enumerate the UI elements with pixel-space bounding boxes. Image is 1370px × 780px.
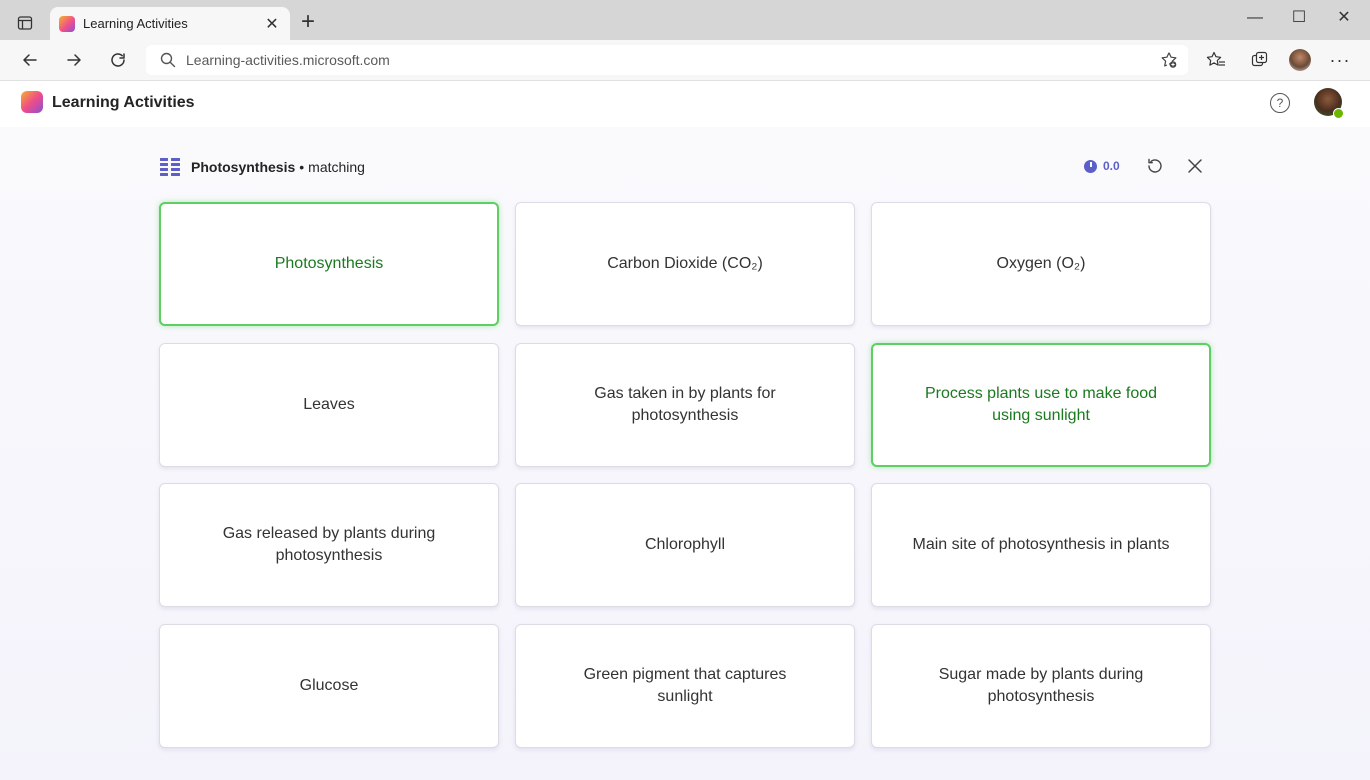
activity-mode: matching [308, 159, 365, 175]
timer-value: 0.0 [1103, 159, 1120, 173]
browser-toolbar: Learning-activities.microsoft.com ··· [0, 40, 1370, 81]
stopwatch-icon [1084, 159, 1097, 173]
window-close-button[interactable]: ✕ [1322, 6, 1366, 30]
maximize-button[interactable]: ☐ [1277, 6, 1321, 30]
match-card[interactable]: Gas released by plants during photosynth… [159, 483, 499, 607]
activity-area: Photosynthesis • matching 0.0 Photosynth… [0, 127, 1370, 780]
tab-title: Learning Activities [83, 16, 188, 31]
app-logo-icon [21, 91, 43, 113]
restart-icon[interactable] [1145, 156, 1165, 176]
presence-available-icon [1333, 108, 1344, 119]
match-card[interactable]: Green pigment that captures sunlight [515, 624, 855, 748]
match-card[interactable]: Glucose [159, 624, 499, 748]
match-card[interactable]: Gas taken in by plants for photosynthesi… [515, 343, 855, 467]
favorites-icon[interactable] [1202, 46, 1230, 74]
activity-title-bar: Photosynthesis • matching [160, 157, 365, 177]
back-icon[interactable] [16, 46, 44, 74]
match-card[interactable]: Chlorophyll [515, 483, 855, 607]
tab-close-button[interactable]: ✕ [258, 14, 286, 34]
collections-icon[interactable] [1246, 46, 1274, 74]
match-card[interactable]: Sugar made by plants during photosynthes… [871, 624, 1211, 748]
match-card-selected[interactable]: Photosynthesis [159, 202, 499, 326]
close-activity-icon[interactable] [1185, 156, 1205, 176]
activity-topic: Photosynthesis [191, 159, 296, 175]
search-icon [160, 52, 176, 68]
minimize-button[interactable]: — [1233, 6, 1277, 30]
help-icon[interactable]: ? [1270, 93, 1290, 113]
url-text: Learning-activities.microsoft.com [186, 52, 390, 68]
more-options-icon[interactable]: ··· [1326, 46, 1354, 74]
tab-actions-icon[interactable] [12, 10, 38, 36]
browser-tabstrip: Learning Activities ✕ + — ☐ ✕ [0, 0, 1370, 40]
add-favorite-icon[interactable] [1160, 51, 1178, 69]
matching-grid-icon [160, 158, 180, 176]
address-bar[interactable]: Learning-activities.microsoft.com [146, 45, 1188, 75]
app-header: Learning Activities ? [0, 81, 1370, 127]
match-card-selected[interactable]: Process plants use to make food using su… [871, 343, 1211, 467]
match-card[interactable]: Main site of photosynthesis in plants [871, 483, 1211, 607]
new-tab-button[interactable]: + [296, 10, 320, 36]
profile-avatar[interactable] [1286, 46, 1314, 74]
title-separator: • [299, 159, 305, 175]
match-card[interactable]: Carbon Dioxide (CO₂) [515, 202, 855, 326]
refresh-icon[interactable] [104, 46, 132, 74]
app-favicon-icon [59, 15, 75, 32]
timer: 0.0 [1084, 156, 1120, 176]
match-card[interactable]: Leaves [159, 343, 499, 467]
browser-tab-active[interactable]: Learning Activities ✕ [50, 7, 290, 40]
match-card[interactable]: Oxygen (O₂) [871, 202, 1211, 326]
app-title: Learning Activities [52, 94, 195, 111]
forward-icon[interactable] [60, 46, 88, 74]
